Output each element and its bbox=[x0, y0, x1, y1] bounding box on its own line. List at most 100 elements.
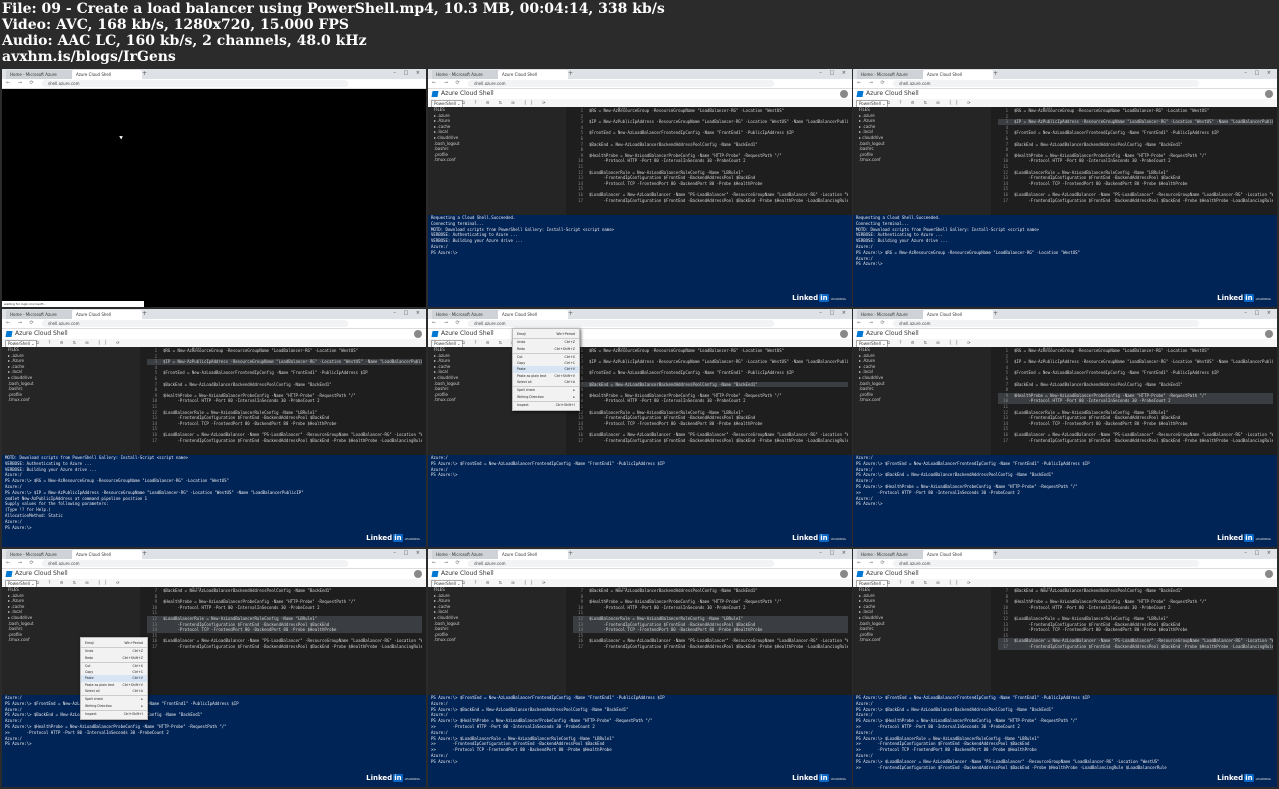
explorer-item[interactable]: .tmux.conf bbox=[853, 397, 991, 403]
navigation-buttons[interactable]: ← → ⟳ bbox=[432, 80, 463, 86]
avatar[interactable] bbox=[840, 330, 848, 338]
code-area[interactable]: 1 $RG = New-AzResourceGroup -ResourceGrou… bbox=[147, 348, 422, 454]
powershell-terminal[interactable]: Azure:/PS Azure:\> $FrontEnd = New-AzLoa… bbox=[2, 695, 426, 787]
new-tab-button[interactable]: + bbox=[142, 550, 147, 557]
window-controls[interactable]: – □ × bbox=[1244, 550, 1274, 556]
browser-tab-home[interactable]: Home - Microsoft Azure bbox=[857, 550, 927, 559]
browser-tab-home[interactable]: Home - Microsoft Azure bbox=[432, 310, 502, 319]
powershell-terminal[interactable]: PS Azure:\> $FrontEnd = New-AzLoadBalanc… bbox=[428, 695, 852, 787]
url-input[interactable]: shell.azure.com bbox=[468, 560, 774, 567]
browser-tab-cloud-shell[interactable]: Azure Cloud Shell bbox=[72, 70, 142, 79]
context-menu-item[interactable]: Writing Direction ▸ bbox=[513, 394, 579, 400]
window-controls[interactable]: – □ × bbox=[1244, 310, 1274, 316]
navigation-buttons[interactable]: ← → ⟳ bbox=[6, 560, 37, 566]
context-menu-item[interactable]: Writing Direction ▸ bbox=[81, 703, 147, 709]
explorer-item[interactable]: .tmux.conf bbox=[853, 157, 991, 163]
url-input[interactable]: shell.azure.com bbox=[42, 560, 348, 567]
window-controls[interactable]: – □ × bbox=[819, 310, 849, 316]
context-menu-item[interactable]: Select all Ctrl+A bbox=[81, 688, 147, 694]
browser-tab-cloud-shell[interactable]: Azure Cloud Shell bbox=[923, 310, 993, 319]
avatar[interactable] bbox=[414, 330, 422, 338]
new-tab-button[interactable]: + bbox=[142, 70, 147, 77]
new-tab-button[interactable]: + bbox=[993, 70, 998, 77]
code-area[interactable]: 1 $RG = New-AzResourceGroup -ResourceGrou… bbox=[998, 108, 1273, 214]
context-menu-item[interactable]: Cut Ctrl+X bbox=[513, 352, 579, 360]
browser-tab-cloud-shell[interactable]: Azure Cloud Shell bbox=[498, 550, 568, 559]
navigation-buttons[interactable]: ← → ⟳ bbox=[857, 320, 888, 326]
powershell-terminal[interactable]: Requesting a Cloud Shell.Succeeded. Conne… bbox=[853, 215, 1277, 307]
navigation-buttons[interactable]: ← → ⟳ bbox=[432, 320, 463, 326]
context-menu-item[interactable]: Select all Ctrl+A bbox=[513, 379, 579, 385]
powershell-terminal[interactable]: Azure:/PS Azure:\> $FrontEnd = New-AzLoa… bbox=[853, 455, 1277, 547]
context-menu-item[interactable]: Spell check ▸ bbox=[513, 386, 579, 393]
browser-tab-home[interactable]: Home - Microsoft Azure bbox=[6, 550, 76, 559]
window-controls[interactable]: – □ × bbox=[1244, 70, 1274, 76]
window-controls[interactable]: – □ × bbox=[819, 550, 849, 556]
powershell-terminal[interactable]: Requesting a Cloud Shell.Succeeded. Conne… bbox=[428, 215, 852, 307]
navigation-buttons[interactable]: ← → ⟳ bbox=[857, 80, 888, 86]
toolbar-icons[interactable]: ⏻ ? ⚙ ⇅ ⊞ {} ⟳ bbox=[36, 340, 124, 345]
new-tab-button[interactable]: + bbox=[568, 550, 573, 557]
browser-tab-cloud-shell[interactable]: Azure Cloud Shell bbox=[72, 550, 142, 559]
url-input[interactable]: shell.azure.com bbox=[42, 320, 348, 327]
explorer-item[interactable]: .tmux.conf bbox=[428, 157, 566, 163]
url-input[interactable]: shell.azure.com bbox=[893, 320, 1199, 327]
context-menu-item[interactable]: Inspect Ctrl+Shift+I bbox=[81, 709, 147, 717]
browser-tab-cloud-shell[interactable]: Azure Cloud Shell bbox=[498, 310, 568, 319]
context-menu-item[interactable]: Spell check ▸ bbox=[81, 695, 147, 702]
code-area[interactable]: 7 $BackEnd = New-AzLoadBalancerBackendAdd… bbox=[147, 588, 422, 694]
toolbar-icons[interactable]: ⏻ ? ⚙ ⇅ ⊞ {} ⟳ bbox=[887, 340, 975, 345]
browser-tab-home[interactable]: Home - Microsoft Azure bbox=[432, 550, 502, 559]
toolbar-icons[interactable]: ⏻ ? ⚙ ⇅ ⊞ {} ⟳ bbox=[36, 580, 124, 585]
navigation-buttons[interactable]: ← → ⟳ bbox=[6, 320, 37, 326]
toolbar-icons[interactable]: ⏻ ? ⚙ ⇅ ⊞ {} ⟳ bbox=[462, 580, 550, 585]
powershell-terminal[interactable]: Azure:/PS Azure:\> $FrontEnd = New-AzLoa… bbox=[428, 455, 852, 547]
url-input[interactable]: shell.azure.com bbox=[468, 320, 774, 327]
avatar[interactable] bbox=[840, 570, 848, 578]
navigation-buttons[interactable]: ← → ⟳ bbox=[6, 80, 37, 86]
url-input[interactable]: shell.azure.com bbox=[893, 560, 1199, 567]
code-area[interactable]: 1 $RG = New-AzResourceGroup -ResourceGrou… bbox=[573, 348, 848, 454]
powershell-terminal[interactable]: PS Azure:\> $FrontEnd = New-AzLoadBalanc… bbox=[853, 695, 1277, 787]
explorer-item[interactable]: .tmux.conf bbox=[428, 637, 566, 643]
avatar[interactable] bbox=[840, 90, 848, 98]
new-tab-button[interactable]: + bbox=[993, 310, 998, 317]
code-area[interactable]: 7 $BackEnd = New-AzLoadBalancerBackendAdd… bbox=[998, 588, 1273, 694]
avatar[interactable] bbox=[1265, 90, 1273, 98]
explorer-item[interactable]: .tmux.conf bbox=[2, 397, 140, 403]
browser-tab-home[interactable]: Home - Microsoft Azure bbox=[6, 310, 76, 319]
window-controls[interactable]: – □ × bbox=[393, 310, 423, 316]
new-tab-button[interactable]: + bbox=[993, 550, 998, 557]
browser-tab-home[interactable]: Home - Microsoft Azure bbox=[857, 70, 927, 79]
avatar[interactable] bbox=[1265, 330, 1273, 338]
context-menu-item[interactable]: Emoji Win+Period bbox=[81, 640, 147, 646]
browser-tab-cloud-shell[interactable]: Azure Cloud Shell bbox=[498, 70, 568, 79]
navigation-buttons[interactable]: ← → ⟳ bbox=[857, 560, 888, 566]
browser-tab-home[interactable]: Home - Microsoft Azure bbox=[432, 70, 502, 79]
browser-tab-cloud-shell[interactable]: Azure Cloud Shell bbox=[923, 70, 993, 79]
url-input[interactable]: shell.azure.com bbox=[468, 80, 774, 87]
code-area[interactable]: 7 $BackEnd = New-AzLoadBalancerBackendAdd… bbox=[573, 588, 848, 694]
context-menu-item[interactable]: Undo Ctrl+Z bbox=[81, 647, 147, 654]
toolbar-icons[interactable]: ⏻ ? ⚙ ⇅ ⊞ {} ⟳ bbox=[887, 100, 975, 105]
context-menu-item[interactable]: Redo Ctrl+Shift+Z bbox=[81, 655, 147, 661]
url-input[interactable]: shell.azure.com bbox=[893, 80, 1199, 87]
new-tab-button[interactable]: + bbox=[568, 310, 573, 317]
context-menu-item[interactable]: Undo Ctrl+Z bbox=[513, 338, 579, 345]
url-input[interactable]: shell.azure.com bbox=[42, 80, 348, 87]
new-tab-button[interactable]: + bbox=[568, 70, 573, 77]
code-area[interactable]: 1 $RG = New-AzResourceGroup -ResourceGrou… bbox=[998, 348, 1273, 454]
window-controls[interactable]: – □ × bbox=[819, 70, 849, 76]
browser-tab-home[interactable]: Home - Microsoft Azure bbox=[6, 70, 76, 79]
context-menu-item[interactable]: Cut Ctrl+X bbox=[81, 661, 147, 669]
powershell-terminal[interactable]: MOTD: Download scripts from PowerShell G… bbox=[2, 455, 426, 547]
window-controls[interactable]: – □ × bbox=[393, 70, 423, 76]
context-menu-item[interactable]: Emoji Win+Period bbox=[513, 331, 579, 337]
code-area[interactable]: 1 $RG = New-AzResourceGroup -ResourceGrou… bbox=[573, 108, 848, 214]
browser-tab-cloud-shell[interactable]: Azure Cloud Shell bbox=[923, 550, 993, 559]
browser-tab-cloud-shell[interactable]: Azure Cloud Shell bbox=[72, 310, 142, 319]
context-menu-item[interactable]: Inspect Ctrl+Shift+I bbox=[513, 400, 579, 408]
explorer-item[interactable]: .tmux.conf bbox=[853, 637, 991, 643]
toolbar-icons[interactable]: ⏻ ? ⚙ ⇅ ⊞ {} ⟳ bbox=[462, 100, 550, 105]
avatar[interactable] bbox=[1265, 570, 1273, 578]
